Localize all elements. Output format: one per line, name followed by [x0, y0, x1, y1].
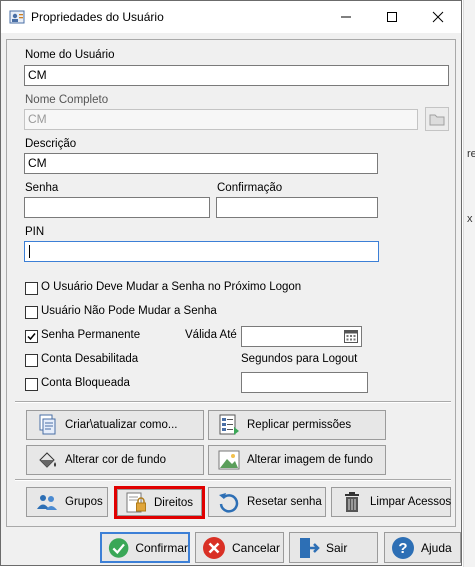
password-input[interactable] [24, 197, 210, 218]
logout-seconds-label: Segundos para Logout [241, 353, 358, 365]
replicate-permissions-icon [219, 414, 239, 435]
confirmation-label: Confirmação [217, 182, 283, 194]
locked-account-checkbox[interactable] [25, 378, 38, 391]
title-bar[interactable]: Propriedades do Usuário [1, 1, 461, 33]
clear-access-button[interactable]: Limpar Acessos [331, 487, 451, 517]
background-text: x [467, 213, 473, 225]
confirm-label: Confirmar [135, 540, 188, 555]
trash-icon [345, 492, 359, 512]
pin-input[interactable] [24, 241, 379, 262]
permanent-label: Senha Permanente [41, 329, 141, 341]
must-change-checkbox[interactable] [25, 282, 38, 295]
background-window: re x [463, 0, 475, 567]
help-question-icon: ? [392, 536, 414, 559]
svg-text:?: ? [398, 540, 407, 557]
description-input[interactable]: CM [24, 153, 378, 174]
exit-door-icon [300, 537, 320, 558]
must-change-label: O Usuário Deve Mudar a Senha no Próximo … [41, 281, 302, 293]
copy-document-icon [39, 414, 56, 435]
change-bg-image-label: Alterar imagem de fundo [247, 454, 373, 466]
replicate-permissions-label: Replicar permissões [247, 419, 352, 431]
minimize-button[interactable] [323, 1, 369, 33]
check-icon [27, 333, 36, 341]
groups-label: Grupos [65, 496, 103, 508]
reset-icon [219, 493, 239, 513]
reset-password-button[interactable]: Resetar senha [208, 487, 326, 517]
separator [15, 479, 451, 481]
username-input[interactable]: CM [24, 65, 449, 86]
browse-button[interactable] [425, 107, 449, 131]
user-properties-dialog: Propriedades do Usuário Nome do Usuário … [0, 0, 462, 566]
create-update-label: Criar\atualizar como... [65, 419, 178, 431]
help-button[interactable]: ? Ajuda [384, 532, 461, 563]
user-properties-icon [9, 10, 25, 24]
window-title: Propriedades do Usuário [31, 10, 164, 24]
minimize-icon [341, 16, 351, 18]
close-icon [432, 11, 444, 23]
text-caret [29, 245, 30, 258]
help-label: Ajuda [421, 540, 452, 555]
maximize-button[interactable] [369, 1, 415, 33]
disabled-account-checkbox[interactable] [25, 354, 38, 367]
pin-label: PIN [25, 226, 45, 238]
clear-access-label: Limpar Acessos [370, 496, 452, 508]
groups-button[interactable]: Grupos [26, 487, 108, 517]
cannot-change-label: Usuário Não Pode Mudar a Senha [41, 305, 217, 317]
separator [15, 401, 451, 403]
change-bg-color-button[interactable]: Alterar cor de fundo [26, 445, 204, 475]
cancel-x-icon [203, 536, 225, 559]
calendar-icon[interactable] [344, 329, 358, 343]
reset-password-label: Resetar senha [247, 496, 322, 508]
users-group-icon [37, 495, 57, 510]
confirm-button[interactable]: Confirmar [100, 532, 190, 563]
change-bg-color-label: Alterar cor de fundo [65, 454, 167, 466]
cannot-change-checkbox[interactable] [25, 306, 38, 319]
change-bg-image-button[interactable]: Alterar imagem de fundo [208, 445, 386, 475]
confirm-check-icon [108, 537, 129, 558]
disabled-account-label: Conta Desabilitada [41, 353, 139, 365]
exit-label: Sair [326, 540, 348, 555]
create-update-button[interactable]: Criar\atualizar como... [26, 410, 204, 440]
confirmation-input[interactable] [216, 197, 378, 218]
rights-button[interactable]: Direitos [117, 489, 202, 516]
image-icon [218, 450, 240, 470]
exit-button[interactable]: Sair [289, 532, 378, 563]
cancel-button[interactable]: Cancelar [195, 532, 284, 563]
close-button[interactable] [415, 1, 461, 33]
folder-icon [425, 107, 449, 131]
password-label: Senha [25, 182, 59, 194]
paint-bucket-icon [39, 452, 56, 468]
rights-label: Direitos [154, 496, 193, 509]
locked-account-label: Conta Bloqueada [41, 377, 130, 389]
username-label: Nome do Usuário [25, 49, 115, 61]
fullname-input[interactable]: CM [24, 109, 418, 130]
maximize-icon [387, 12, 397, 22]
cancel-label: Cancelar [232, 540, 281, 555]
fullname-label: Nome Completo [25, 94, 109, 106]
permanent-checkbox[interactable] [25, 330, 38, 343]
valid-until-label: Válida Até [185, 329, 237, 341]
background-text: re [467, 148, 475, 160]
logout-seconds-input[interactable] [241, 372, 368, 393]
replicate-permissions-button[interactable]: Replicar permissões [208, 410, 386, 440]
rights-lock-icon [126, 492, 146, 512]
description-label: Descrição [25, 138, 77, 150]
